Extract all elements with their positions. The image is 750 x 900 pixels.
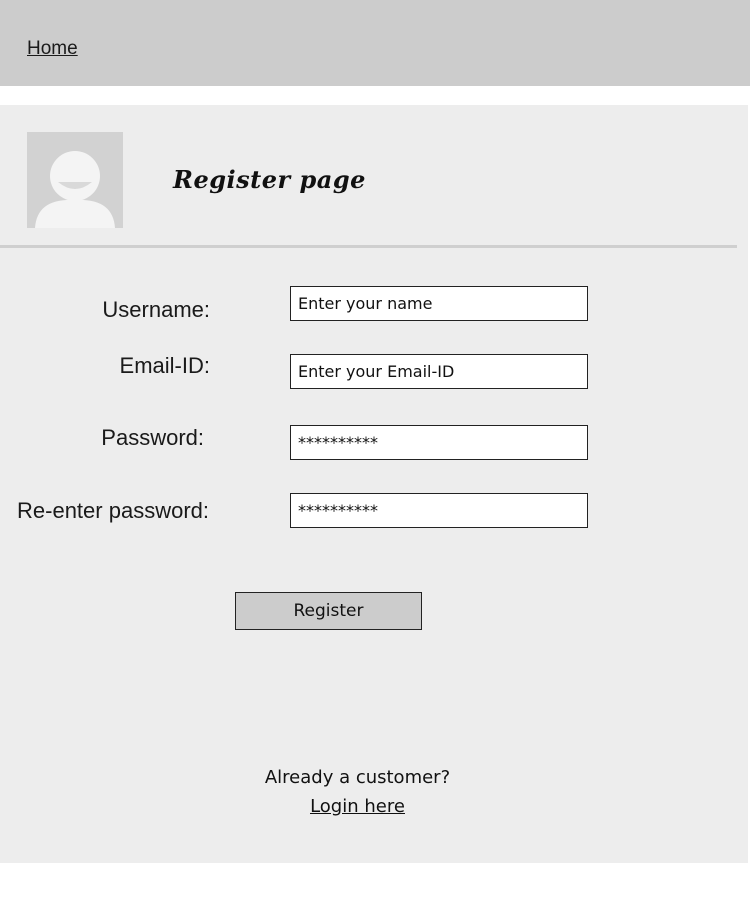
password-label: Password: <box>101 425 204 450</box>
page-title: Register page <box>173 165 366 194</box>
user-avatar-icon-graphic <box>27 132 123 228</box>
email-input[interactable] <box>290 354 588 389</box>
already-customer-text: Already a customer? <box>264 767 451 788</box>
confirm-password-input[interactable] <box>290 493 588 528</box>
email-label: Email-ID: <box>119 353 210 378</box>
login-link[interactable]: Login here <box>0 796 715 817</box>
header-divider <box>0 245 737 248</box>
home-link[interactable]: Home <box>27 38 78 60</box>
login-link-label[interactable]: Login here <box>310 796 405 817</box>
top-navigation-bar: Home <box>0 0 750 86</box>
register-button[interactable]: Register <box>235 592 422 630</box>
username-label: Username: <box>102 297 210 322</box>
username-input[interactable] <box>290 286 588 321</box>
register-panel: Register page Username: Email-ID: Passwo… <box>0 105 748 863</box>
confirm-password-label: Re-enter password: <box>17 498 209 523</box>
password-input[interactable] <box>290 425 588 460</box>
user-avatar-icon <box>27 132 123 228</box>
